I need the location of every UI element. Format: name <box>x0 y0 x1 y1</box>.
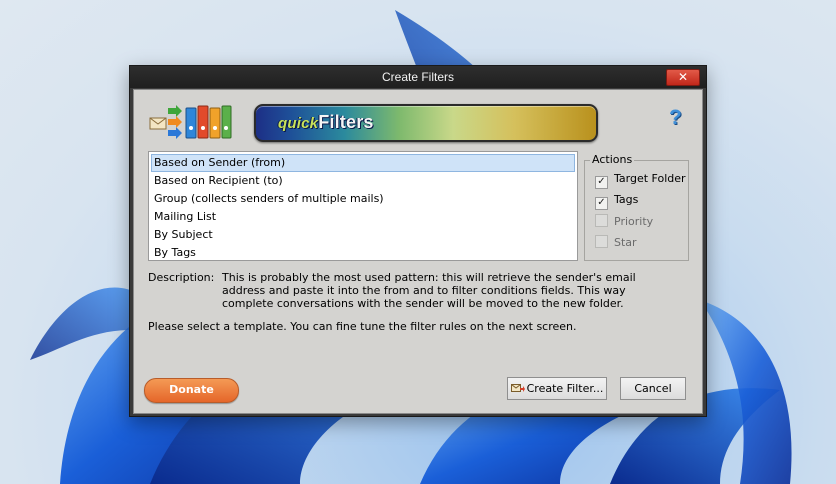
banner-word: Filters <box>318 112 374 132</box>
template-list[interactable]: Based on Sender (from) Based on Recipien… <box>148 151 578 261</box>
dialog-client-area: quickFilters ? Based on Sender (from) Ba… <box>133 89 703 414</box>
help-icon[interactable]: ? <box>669 106 687 129</box>
action-star-label: Star <box>614 236 637 249</box>
description-label: Description: <box>148 271 215 284</box>
action-tags-label: Tags <box>614 193 639 206</box>
create-filter-button[interactable]: Create Filter... <box>507 377 607 400</box>
checkbox-star[interactable] <box>595 235 608 248</box>
close-icon: ✕ <box>677 70 689 84</box>
close-button[interactable]: ✕ <box>666 69 700 86</box>
create-filters-dialog: Create Filters ✕ quickFilters ? Based on… <box>129 65 707 417</box>
create-filter-icon <box>510 384 525 392</box>
list-item-mailing-list[interactable]: Mailing List <box>149 208 577 226</box>
action-star[interactable]: Star <box>595 235 637 251</box>
list-item-by-tags[interactable]: By Tags <box>149 244 577 262</box>
create-filter-label: Create Filter... <box>526 382 604 395</box>
action-priority[interactable]: Priority <box>595 214 653 230</box>
cancel-button[interactable]: Cancel <box>620 377 686 400</box>
action-tags[interactable]: ✓ Tags <box>595 193 639 210</box>
description-text: This is probably the most used pattern: … <box>222 271 636 310</box>
checkbox-target-folder[interactable]: ✓ <box>595 176 608 189</box>
quickfilters-banner: quickFilters <box>254 104 598 142</box>
list-item-group[interactable]: Group (collects senders of multiple mail… <box>149 190 577 208</box>
actions-legend: Actions <box>590 153 635 166</box>
donate-button[interactable]: Donate <box>144 378 239 403</box>
list-item-by-subject[interactable]: By Subject <box>149 226 577 244</box>
list-item-based-on-recipient[interactable]: Based on Recipient (to) <box>149 172 577 190</box>
action-priority-label: Priority <box>614 215 654 228</box>
banner-logo-text: quickFilters <box>278 112 374 133</box>
list-item-based-on-sender[interactable]: Based on Sender (from) <box>151 154 575 172</box>
quickfilters-logo-icon <box>149 105 232 139</box>
checkbox-tags[interactable]: ✓ <box>595 197 608 210</box>
banner-prefix: quick <box>278 115 319 132</box>
checkbox-priority[interactable] <box>595 214 608 227</box>
template-hint: Please select a template. You can fine t… <box>148 320 577 333</box>
action-target-folder[interactable]: ✓ Target Folder <box>595 172 686 189</box>
title-bar[interactable]: Create Filters ✕ <box>130 66 706 88</box>
action-target-folder-label: Target Folder <box>614 172 686 185</box>
window-title: Create Filters <box>381 70 455 84</box>
